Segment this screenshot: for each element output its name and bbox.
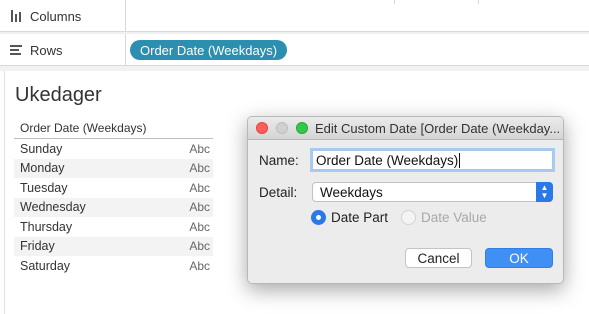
table-row[interactable]: Sunday Abc [14,139,213,159]
sheet-title[interactable]: Ukedager [15,84,102,107]
radio-selected-icon[interactable] [311,210,326,225]
rows-shelf[interactable]: Rows Order Date (Weekdays) [0,34,589,66]
row-day: Saturday [20,258,71,273]
row-value: Abc [189,258,210,273]
detail-select[interactable]: Weekdays ▲ ▼ [312,182,553,202]
row-day: Friday [20,239,55,254]
name-field-value: Order Date (Weekdays) [316,152,459,168]
minimize-window-icon [276,122,288,134]
date-value-radio-label: Date Value [421,210,487,225]
columns-drop-area[interactable] [127,0,589,32]
table-row[interactable]: Wednesday Abc [14,197,213,217]
name-label: Name: [259,153,299,168]
columns-shelf-label: Columns [0,0,126,32]
zoom-window-icon[interactable] [296,122,308,134]
name-field[interactable]: Order Date (Weekdays) [312,150,553,170]
edit-custom-date-dialog: Edit Custom Date [Order Date (Weekday...… [247,116,564,284]
table-row[interactable]: Friday Abc [14,236,213,256]
weekday-table: Sunday Abc Monday Abc Tuesday Abc Wednes… [14,138,213,276]
columns-icon [10,10,24,22]
row-value: Abc [189,161,210,176]
detail-label: Detail: [259,185,298,200]
cancel-button[interactable]: Cancel [405,248,472,268]
rows-label: Rows [30,42,63,58]
row-day: Wednesday [20,200,86,215]
row-value: Abc [189,239,210,254]
date-part-radio[interactable]: Date Part [311,210,388,225]
date-value-radio[interactable]: Date Value [401,210,487,225]
row-value: Abc [189,141,210,156]
rows-drop-area[interactable]: Order Date (Weekdays) [127,34,589,66]
updown-chevron-icon[interactable]: ▲ ▼ [536,182,553,202]
rows-icon [10,44,24,56]
radio-unselected-icon[interactable] [401,210,416,225]
close-window-icon[interactable] [256,122,268,134]
date-part-radio-label: Date Part [331,210,389,225]
row-day: Thursday [20,219,73,234]
columns-shelf[interactable]: Columns [0,0,589,32]
detail-select-value: Weekdays [320,184,383,200]
table-row[interactable]: Thursday Abc [14,217,213,237]
row-value: Abc [189,219,210,234]
row-day: Tuesday [20,180,68,195]
row-day: Sunday [20,141,63,156]
ok-button[interactable]: OK [485,248,553,268]
order-date-weekdays-pill[interactable]: Order Date (Weekdays) [130,40,288,60]
columns-label: Columns [30,8,82,24]
row-day: Monday [20,161,65,176]
row-value: Abc [189,200,210,215]
table-row[interactable]: Monday Abc [14,158,213,178]
column-header[interactable]: Order Date (Weekdays) [20,121,147,135]
text-cursor [459,152,461,168]
row-value: Abc [189,180,210,195]
table-row[interactable]: Tuesday Abc [14,178,213,198]
table-row[interactable]: Saturday Abc [14,256,213,276]
dialog-title: Edit Custom Date [Order Date (Weekday... [315,121,561,136]
dialog-titlebar[interactable]: Edit Custom Date [Order Date (Weekday... [248,117,563,140]
rows-shelf-label: Rows [0,34,126,66]
